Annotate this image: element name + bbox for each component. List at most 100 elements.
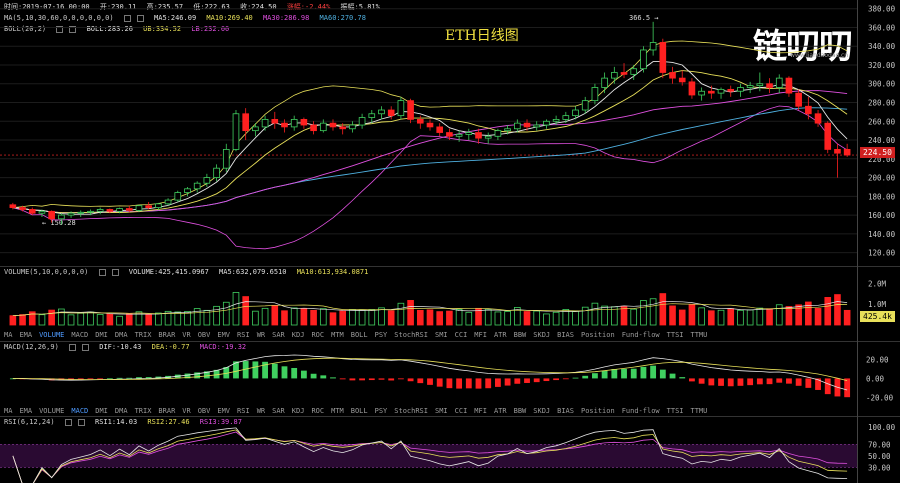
tab-bbw[interactable]: BBW [514, 407, 527, 415]
tab-mfi[interactable]: MFI [474, 407, 487, 415]
tab-ttmu[interactable]: TTMU [691, 331, 708, 339]
macd-hist-bar [330, 377, 336, 379]
tab-stochrsi[interactable]: StochRSI [394, 331, 428, 339]
tab-ttsi[interactable]: TTSI [667, 331, 684, 339]
price-tick-label: 280.00 [868, 99, 896, 108]
macd-hist-bar [349, 378, 356, 381]
tab-roc[interactable]: ROC [311, 331, 324, 339]
volume-bar [329, 312, 337, 326]
candle-body [96, 209, 104, 212]
volume-pane[interactable]: VOLUME(5,10,0,0,0,0) VOLUME:425,415.0967… [0, 267, 900, 341]
tab-dma[interactable]: DMA [115, 331, 128, 339]
tab-rsi[interactable]: RSI [237, 407, 250, 415]
tab-cci[interactable]: CCI [455, 331, 468, 339]
tab-sar[interactable]: SAR [272, 331, 285, 339]
tab-brar[interactable]: BRAR [158, 407, 175, 415]
tab-bbw[interactable]: BBW [514, 331, 527, 339]
candle [834, 143, 841, 178]
tab-kdj[interactable]: KDJ [292, 331, 305, 339]
price-chart[interactable]: 120.00140.00160.00180.00200.00220.00240.… [0, 0, 900, 266]
tab-volume[interactable]: VOLUME [39, 407, 64, 415]
tab-volume[interactable]: VOLUME [39, 331, 64, 339]
macd-pane[interactable]: MACD(12,26,9) DIF:-10.43 DEA:-0.77 MACD:… [0, 342, 900, 416]
tab-ma[interactable]: MA [4, 407, 12, 415]
candle-body [155, 203, 162, 208]
volume-bar [756, 307, 764, 326]
tab-ema[interactable]: EMA [19, 407, 32, 415]
tab-roc[interactable]: ROC [311, 407, 324, 415]
tab-atr[interactable]: ATR [494, 331, 507, 339]
candle-body [630, 68, 638, 75]
tab-psy[interactable]: PSY [375, 407, 388, 415]
tab-ttsi[interactable]: TTSI [667, 407, 684, 415]
tab-sar[interactable]: SAR [272, 407, 285, 415]
tab-fund-flow[interactable]: Fund-flow [622, 407, 660, 415]
tab-vr[interactable]: VR [182, 407, 190, 415]
tab-wr[interactable]: WR [257, 407, 265, 415]
rsi-chart[interactable]: 30.00 50.00 70.00 100.00 [0, 417, 900, 483]
candle-body [688, 81, 696, 96]
tab-trix[interactable]: TRIX [135, 331, 152, 339]
tab-rsi[interactable]: RSI [237, 331, 250, 339]
candle-body [9, 204, 17, 208]
tab-kdj[interactable]: KDJ [292, 407, 305, 415]
rsi-pane[interactable]: RSI(6,12,24) RSI1:14.03 RSI2:27.46 RSI3:… [0, 417, 900, 483]
tab-position[interactable]: Position [581, 407, 615, 415]
volume-bar [523, 311, 531, 326]
macd-chart[interactable]: -20.00 0.00 20.00 [0, 342, 900, 404]
tab-dma[interactable]: DMA [115, 407, 128, 415]
tab-mfi[interactable]: MFI [474, 331, 487, 339]
tab-emv[interactable]: EMV [217, 407, 230, 415]
tab-boll[interactable]: BOLL [351, 407, 368, 415]
tab-bias[interactable]: BIAS [557, 407, 574, 415]
tab-cci[interactable]: CCI [455, 407, 468, 415]
tab-dmi[interactable]: DMI [95, 407, 108, 415]
tab-ma[interactable]: MA [4, 331, 12, 339]
tab-boll[interactable]: BOLL [351, 331, 368, 339]
tab-mtm[interactable]: MTM [331, 407, 344, 415]
volume-bar [358, 309, 366, 326]
tab-fund-flow[interactable]: Fund-flow [622, 331, 660, 339]
tab-skdj[interactable]: SKDJ [533, 407, 550, 415]
tab-wr[interactable]: WR [257, 331, 265, 339]
tab-ttmu[interactable]: TTMU [691, 407, 708, 415]
tab-position[interactable]: Position [581, 331, 615, 339]
price-pane[interactable]: 时间:2019-07-16 00:00 开:230.11 高:235.57 低:… [0, 0, 900, 266]
tab-smi[interactable]: SMI [435, 331, 448, 339]
candle-body [766, 83, 773, 88]
volume-bar [669, 305, 676, 326]
tab-brar[interactable]: BRAR [158, 331, 175, 339]
candle [669, 66, 676, 84]
tab-skdj[interactable]: SKDJ [533, 331, 550, 339]
tab-stochrsi[interactable]: StochRSI [394, 407, 428, 415]
tab-bias[interactable]: BIAS [557, 331, 574, 339]
macd-hist-bar [747, 378, 754, 386]
tab-emv[interactable]: EMV [217, 331, 230, 339]
tab-smi[interactable]: SMI [435, 407, 448, 415]
macd-hist-bar [339, 378, 346, 380]
tab-obv[interactable]: OBV [198, 331, 211, 339]
macd-hist-bar [407, 378, 414, 382]
volume-bar [387, 310, 395, 326]
tab-macd[interactable]: MACD [71, 331, 88, 339]
tab-obv[interactable]: OBV [198, 407, 211, 415]
volume-bar [48, 309, 55, 326]
tab-psy[interactable]: PSY [375, 331, 388, 339]
tab-macd[interactable]: MACD [71, 407, 88, 415]
indicator-tabs-1: MA EMA VOLUME MACD DMI DMA TRIX BRAR VR OBV EMV RSI… [4, 331, 714, 340]
candle [349, 121, 356, 133]
tab-dmi[interactable]: DMI [95, 331, 108, 339]
tab-mtm[interactable]: MTM [331, 331, 344, 339]
candle-body [523, 122, 531, 128]
tab-atr[interactable]: ATR [494, 407, 507, 415]
volume-chart[interactable]: 1.0M 2.0M [0, 267, 900, 327]
tab-ema[interactable]: EMA [19, 331, 32, 339]
volume-bar [843, 309, 851, 326]
tab-trix[interactable]: TRIX [135, 407, 152, 415]
volume-bar [834, 294, 841, 326]
macd-hist-bar [136, 377, 142, 379]
tab-vr[interactable]: VR [182, 331, 190, 339]
macd-hist-bar [601, 370, 608, 379]
candle [708, 85, 715, 99]
volume-bar [494, 311, 502, 326]
